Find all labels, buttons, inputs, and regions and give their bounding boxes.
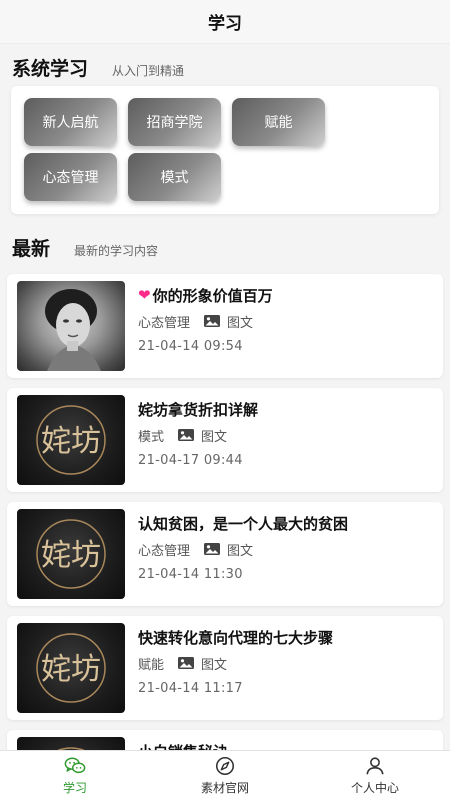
chat-bubbles-icon bbox=[64, 757, 86, 774]
article-info: 小白销售秘诀 bbox=[138, 737, 228, 751]
svg-text:姹坊: 姹坊 bbox=[41, 538, 101, 573]
article-meta: 心态管理 图文 bbox=[138, 311, 273, 331]
article-thumbnail: 姹坊 bbox=[17, 509, 125, 599]
article-title: 认知贫困，是一个人最大的贫困 bbox=[138, 514, 349, 533]
article-info: 姹坊拿货折扣详解 模式 图文 21-04-17 09:44 bbox=[138, 395, 258, 485]
brand-logo-image: 姹坊 bbox=[57, 747, 85, 750]
image-icon bbox=[204, 315, 221, 327]
article-title: 姹坊拿货折扣详解 bbox=[138, 400, 259, 419]
system-section-subtitle: 从入门到精通 bbox=[112, 64, 185, 78]
article-time: 21-04-17 09:44 bbox=[138, 453, 243, 468]
article-title-row: 小白销售秘诀 bbox=[138, 739, 228, 751]
article-thumbnail: 姹坊 bbox=[17, 395, 125, 485]
article-category: 模式 bbox=[138, 429, 165, 445]
article-card[interactable]: 姹坊 认知贫困，是一个人最大的贫困 心态管理 图文 21-04-14 11:30 bbox=[7, 502, 443, 606]
system-section-header: 系统学习 从入门到精通 bbox=[0, 44, 450, 84]
article-title-row: 认知贫困，是一个人最大的贫困 bbox=[138, 511, 348, 535]
article-title: 你的形象价值百万 bbox=[152, 286, 273, 305]
article-type: 图文 bbox=[227, 315, 254, 331]
svg-text:姹坊: 姹坊 bbox=[41, 424, 101, 459]
tab-profile[interactable]: 个人中心 bbox=[300, 751, 450, 800]
image-icon bbox=[178, 429, 195, 441]
latest-section-title: 最新 bbox=[12, 238, 51, 260]
svg-text:姹坊: 姹坊 bbox=[41, 652, 101, 687]
article-type: 图文 bbox=[201, 429, 228, 445]
article-meta: 心态管理 图文 bbox=[138, 539, 348, 559]
article-time: 21-04-14 11:17 bbox=[138, 681, 243, 696]
compass-icon bbox=[215, 756, 235, 776]
top-bar: 学习 bbox=[0, 0, 450, 44]
system-section-title: 系统学习 bbox=[12, 58, 89, 80]
latest-section-subtitle: 最新的学习内容 bbox=[74, 244, 159, 258]
image-icon bbox=[204, 543, 221, 555]
article-card[interactable]: 姹坊 小白销售秘诀 bbox=[7, 730, 443, 750]
article-category: 心态管理 bbox=[138, 543, 191, 559]
brand-logo-image: 姹坊 bbox=[36, 405, 106, 475]
article-info: 快速转化意向代理的七大步骤 赋能 图文 21-04-14 11:17 bbox=[138, 623, 333, 713]
article-thumbnail bbox=[17, 281, 125, 371]
brand-logo-image: 姹坊 bbox=[36, 633, 106, 703]
article-card[interactable]: 姹坊 姹坊拿货折扣详解 模式 图文 21-04-17 09:44 bbox=[7, 388, 443, 492]
tab-learning[interactable]: 学习 bbox=[0, 751, 150, 800]
category-button-model[interactable]: 模式 bbox=[128, 153, 221, 201]
article-title: 快速转化意向代理的七大步骤 bbox=[138, 628, 334, 647]
article-info: ❤ 你的形象价值百万 心态管理 图文 21-04-14 09:54 bbox=[138, 281, 273, 371]
article-thumbnail: 姹坊 bbox=[17, 737, 125, 750]
portrait-image bbox=[45, 289, 101, 371]
brand-logo-image: 姹坊 bbox=[36, 519, 106, 589]
article-type: 图文 bbox=[201, 657, 228, 673]
latest-section-header: 最新 最新的学习内容 bbox=[0, 224, 450, 264]
article-time: 21-04-14 09:54 bbox=[138, 339, 243, 354]
category-button-newcomer[interactable]: 新人启航 bbox=[24, 98, 117, 146]
article-thumbnail: 姹坊 bbox=[17, 623, 125, 713]
bottom-tab-bar: 学习 素材官网 个人中心 bbox=[0, 750, 450, 800]
page-title: 学习 bbox=[208, 14, 242, 34]
tab-label: 学习 bbox=[62, 781, 87, 795]
article-card[interactable]: ❤ 你的形象价值百万 心态管理 图文 21-04-14 09:54 bbox=[7, 274, 443, 378]
category-grid: 新人启航 招商学院 赋能 心态管理 模式 bbox=[24, 98, 427, 201]
article-title-row: 快速转化意向代理的七大步骤 bbox=[138, 625, 333, 649]
category-button-recruitment[interactable]: 招商学院 bbox=[128, 98, 221, 146]
category-card: 新人启航 招商学院 赋能 心态管理 模式 bbox=[11, 86, 439, 214]
article-title: 小白销售秘诀 bbox=[138, 741, 228, 751]
article-time: 21-04-14 11:30 bbox=[138, 567, 243, 582]
image-icon bbox=[178, 657, 195, 669]
tab-materials[interactable]: 素材官网 bbox=[150, 751, 300, 800]
tab-label: 个人中心 bbox=[350, 781, 399, 795]
article-type: 图文 bbox=[227, 543, 254, 559]
heart-icon: ❤ bbox=[138, 286, 151, 304]
category-button-mindset[interactable]: 心态管理 bbox=[24, 153, 117, 201]
user-icon bbox=[366, 757, 384, 775]
article-category: 赋能 bbox=[138, 657, 165, 673]
article-card[interactable]: 姹坊 快速转化意向代理的七大步骤 赋能 图文 21-04-14 11:17 bbox=[7, 616, 443, 720]
article-category: 心态管理 bbox=[138, 315, 191, 331]
article-title-row: 姹坊拿货折扣详解 bbox=[138, 397, 258, 421]
article-meta: 模式 图文 bbox=[138, 425, 258, 445]
article-meta: 赋能 图文 bbox=[138, 653, 333, 673]
article-info: 认知贫困，是一个人最大的贫困 心态管理 图文 21-04-14 11:30 bbox=[138, 509, 348, 599]
article-title-row: ❤ 你的形象价值百万 bbox=[138, 283, 273, 307]
content-scroll[interactable]: 系统学习 从入门到精通 新人启航 招商学院 赋能 心态管理 模式 最新 最新的学… bbox=[0, 44, 450, 750]
tab-label: 素材官网 bbox=[200, 781, 249, 795]
category-button-empowerment[interactable]: 赋能 bbox=[232, 98, 325, 146]
